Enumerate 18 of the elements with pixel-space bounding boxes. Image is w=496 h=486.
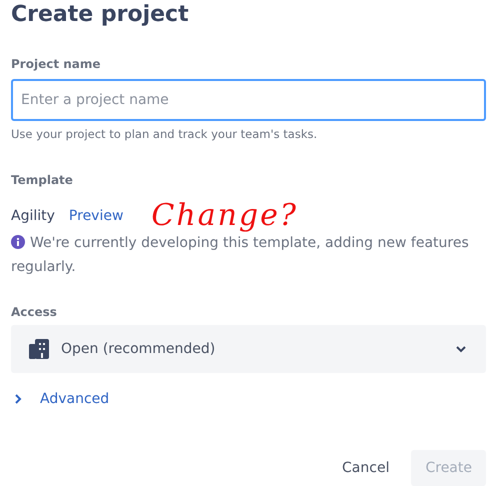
template-name: Agility [11, 208, 55, 224]
info-icon [11, 235, 25, 249]
info-message: We're currently developing this template, adding new features regularly. [11, 234, 470, 277]
field-label: Project name [11, 57, 102, 71]
cancel-button[interactable]: Cancel [328, 450, 404, 486]
building-icon [29, 339, 49, 359]
field-label: Template [11, 173, 74, 187]
select-value: Open (recommended) [61, 341, 216, 357]
dialog-title: Create project [11, 1, 190, 29]
handwritten-annotation: Change? [151, 201, 298, 231]
chevron-down-icon [456, 346, 466, 352]
field-label: Access [11, 305, 58, 319]
advanced-toggle[interactable]: Advanced [11, 391, 114, 407]
project-name-field[interactable]: Enter a project name [11, 79, 486, 121]
preview-link[interactable]: Preview [68, 208, 124, 224]
access-select[interactable]: Open (recommended) [11, 325, 486, 373]
chevron-right-icon [15, 394, 22, 404]
helper-text: Use your project to plan and track your team's tasks. [11, 127, 318, 141]
